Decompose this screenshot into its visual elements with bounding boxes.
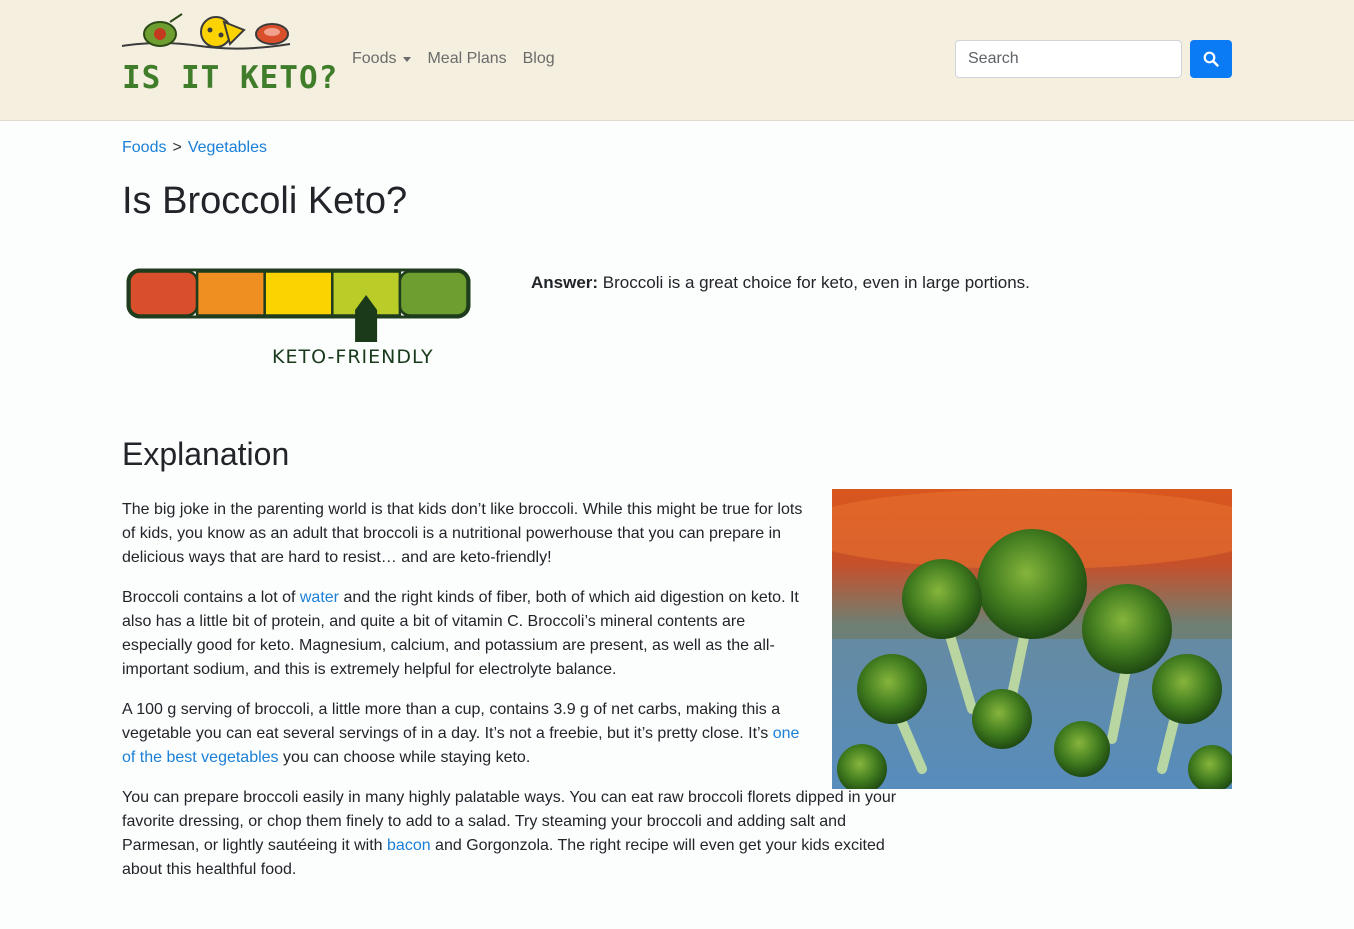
- rating-segment: [128, 270, 199, 317]
- caret-down-icon: [403, 56, 412, 62]
- nav-meal-plans[interactable]: Meal Plans: [427, 50, 506, 68]
- breadcrumb-vegetables[interactable]: Vegetables: [188, 139, 267, 156]
- site-header: IS IT KETO? Foods Meal Plans Blog: [0, 0, 1354, 121]
- page-title: Is Broccoli Keto?: [122, 180, 408, 222]
- p3-text-after: you can choose while staying keto.: [278, 749, 531, 766]
- nav-foods-label: Foods: [352, 50, 397, 67]
- paragraph-2: Broccoli contains a lot of water and the…: [122, 586, 814, 682]
- rating-label: KETO-FRIENDLY: [272, 346, 434, 368]
- main-nav: Foods Meal Plans Blog: [352, 50, 555, 68]
- keto-rating-meter: KETO-FRIENDLY: [122, 262, 477, 382]
- answer-text: Answer: Broccoli is a great choice for k…: [531, 273, 1030, 293]
- answer-body: Broccoli is a great choice for keto, eve…: [598, 273, 1030, 292]
- search-button[interactable]: [1190, 40, 1232, 78]
- logo-wordmark: IS IT KETO?: [122, 60, 339, 96]
- paragraph-4: You can prepare broccoli easily in many …: [122, 786, 902, 882]
- explanation-heading: Explanation: [122, 436, 290, 472]
- rating-segment: [195, 270, 266, 317]
- bacon-link[interactable]: bacon: [387, 837, 431, 854]
- breadcrumb-foods[interactable]: Foods: [122, 139, 166, 156]
- rating-segment: [398, 270, 469, 317]
- nav-foods[interactable]: Foods: [352, 50, 412, 68]
- paragraph-3: A 100 g serving of broccoli, a little mo…: [122, 698, 814, 770]
- breadcrumb: Foods > Vegetables: [122, 139, 267, 157]
- breadcrumb-separator: >: [172, 139, 182, 156]
- nav-blog[interactable]: Blog: [523, 50, 555, 68]
- p2-text-before: Broccoli contains a lot of: [122, 589, 300, 606]
- p3-text-before: A 100 g serving of broccoli, a little mo…: [122, 701, 781, 742]
- explanation-article: The big joke in the parenting world is t…: [122, 498, 902, 898]
- water-link[interactable]: water: [300, 589, 339, 606]
- site-logo[interactable]: IS IT KETO?: [120, 10, 337, 96]
- paragraph-1: The big joke in the parenting world is t…: [122, 501, 803, 566]
- food-icons-logo: [121, 13, 291, 50]
- search-input[interactable]: [955, 40, 1182, 78]
- answer-label: Answer:: [531, 273, 599, 292]
- rating-scale: [126, 268, 471, 342]
- search-icon: [1203, 51, 1219, 67]
- rating-segment: [263, 270, 334, 317]
